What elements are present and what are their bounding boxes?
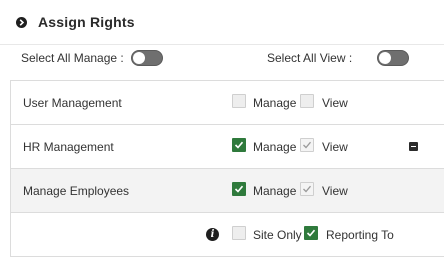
view-label: View bbox=[322, 184, 348, 198]
view-label: View bbox=[322, 96, 348, 110]
select-all-view-toggle[interactable] bbox=[377, 50, 409, 66]
select-all-manage-label: Select All Manage : bbox=[21, 51, 124, 65]
site-only-label: Site Only bbox=[253, 228, 302, 242]
check-icon bbox=[303, 185, 311, 193]
module-name: Manage Employees bbox=[23, 184, 130, 198]
rights-table: User Management Manage View HR Managemen… bbox=[10, 80, 444, 257]
collapse-icon[interactable] bbox=[409, 142, 418, 151]
select-all-view-label: Select All View : bbox=[267, 51, 353, 65]
view-checkbox[interactable] bbox=[300, 94, 314, 108]
table-row: Manage Employees Manage View bbox=[11, 169, 444, 213]
check-icon bbox=[303, 141, 311, 149]
select-all-manage-toggle[interactable] bbox=[131, 50, 163, 66]
manage-label: Manage bbox=[253, 140, 297, 154]
view-checkbox[interactable] bbox=[300, 182, 314, 196]
manage-checkbox[interactable] bbox=[232, 138, 246, 152]
table-row: User Management Manage View bbox=[11, 81, 444, 125]
reporting-to-checkbox[interactable] bbox=[304, 226, 318, 240]
module-name: User Management bbox=[23, 96, 122, 110]
select-all-row: Select All Manage : Select All View : bbox=[0, 44, 444, 74]
site-only-checkbox[interactable] bbox=[232, 226, 246, 240]
check-icon bbox=[234, 141, 244, 149]
manage-checkbox[interactable] bbox=[232, 182, 246, 196]
manage-checkbox[interactable] bbox=[232, 94, 246, 108]
manage-label: Manage bbox=[253, 184, 297, 198]
check-icon bbox=[234, 185, 244, 193]
chevron-circle-right-icon[interactable] bbox=[16, 17, 27, 28]
assign-rights-panel: Assign Rights Select All Manage : Select… bbox=[0, 0, 444, 263]
info-icon[interactable]: i bbox=[206, 228, 219, 241]
manage-label: Manage bbox=[253, 96, 297, 110]
view-checkbox[interactable] bbox=[300, 138, 314, 152]
reporting-to-label: Reporting To bbox=[326, 228, 394, 242]
view-label: View bbox=[322, 140, 348, 154]
toggle-knob bbox=[133, 52, 145, 64]
scope-row: i Site Only Reporting To bbox=[11, 213, 444, 257]
check-icon bbox=[306, 229, 316, 237]
panel-header[interactable]: Assign Rights bbox=[0, 0, 444, 45]
toggle-knob bbox=[379, 52, 391, 64]
module-name: HR Management bbox=[23, 140, 114, 154]
table-row: HR Management Manage View bbox=[11, 125, 444, 169]
panel-title: Assign Rights bbox=[38, 14, 135, 30]
